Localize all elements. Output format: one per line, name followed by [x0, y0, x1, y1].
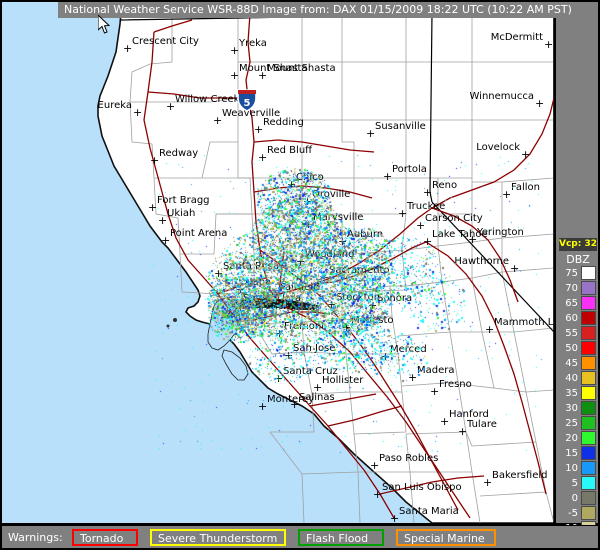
warnings-bar: Warnings: Tornado Severe Thunderstorm Flas…: [0, 525, 600, 550]
dbz-scale-row: 40: [556, 371, 600, 386]
mouse-cursor: [98, 15, 111, 34]
radar-image-viewer: + Crescent City + Yreka + McDermitt + Mount Sha…: [0, 0, 600, 550]
dbz-scale-value: 40: [565, 373, 578, 384]
dbz-scale-row: 10: [556, 461, 600, 476]
dbz-scale-row: 35: [556, 386, 600, 401]
dbz-scale-value: 35: [565, 388, 578, 399]
dbz-scale-value: 60: [565, 313, 578, 324]
dbz-color-scale-legend: Vcp: 32 DBZ 75 70 65 60 55 50 45 40 35 30 25 20 15 10…: [556, 0, 600, 550]
dbz-scale-value: 55: [565, 328, 578, 339]
dbz-scale-row: -5: [556, 506, 600, 521]
dbz-scale-value: 20: [565, 433, 578, 444]
radar-map[interactable]: + Crescent City + Yreka + McDermitt + Mount Sha…: [0, 0, 556, 525]
warning-button-special-marine[interactable]: Special Marine: [396, 529, 496, 546]
dbz-scale-swatch: [581, 401, 596, 415]
dbz-scale-value: 15: [565, 448, 578, 459]
dbz-scale-rows: 757065605550454035302520151050-5-10-15-2…: [556, 266, 600, 550]
dbz-scale-row: 75: [556, 266, 600, 281]
dbz-scale-swatch: [581, 431, 596, 445]
dbz-scale-swatch: [581, 446, 596, 460]
dbz-scale-row: 15: [556, 446, 600, 461]
dbz-scale-value: 0: [571, 493, 578, 504]
dbz-scale-row: 55: [556, 326, 600, 341]
vcp-badge: Vcp: 32: [559, 238, 597, 251]
warning-button-flash-flood[interactable]: Flash Flood: [298, 529, 384, 546]
dbz-scale-value: -5: [568, 508, 578, 519]
dbz-scale-row: 70: [556, 281, 600, 296]
dbz-scale-swatch: [581, 341, 596, 355]
dbz-scale-row: 0: [556, 491, 600, 506]
dbz-scale-row: 45: [556, 356, 600, 371]
dbz-scale-value: 70: [565, 283, 578, 294]
dbz-scale-swatch: [581, 416, 596, 430]
dbz-scale-swatch: [581, 281, 596, 295]
dbz-scale-swatch: [581, 386, 596, 400]
dbz-scale-row: 65: [556, 296, 600, 311]
dbz-scale-swatch: [581, 296, 596, 310]
dbz-scale-value: 50: [565, 343, 578, 354]
dbz-scale-swatch: [581, 311, 596, 325]
warnings-label: Warnings:: [8, 531, 63, 544]
dbz-scale-swatch: [581, 356, 596, 370]
dbz-scale-row: 5: [556, 476, 600, 491]
dbz-scale-swatch: [581, 506, 596, 520]
dbz-scale-swatch: [581, 266, 596, 280]
interstate-5-shield: 5: [237, 89, 257, 112]
interstate-shield-number: 5: [244, 98, 251, 109]
dbz-scale-swatch: [581, 491, 596, 505]
dbz-scale-value: 10: [565, 463, 578, 474]
dbz-scale-swatch: [581, 326, 596, 340]
dbz-scale-value: 65: [565, 298, 578, 309]
warning-button-severe-thunderstorm[interactable]: Severe Thunderstorm: [150, 529, 286, 546]
dbz-scale-swatch: [581, 371, 596, 385]
dbz-scale-row: 20: [556, 431, 600, 446]
dbz-scale-row: 50: [556, 341, 600, 356]
dbz-scale-swatch: [581, 461, 596, 475]
dbz-scale-value: 5: [571, 478, 578, 489]
dbz-scale-value: 30: [565, 403, 578, 414]
dbz-scale-row: 30: [556, 401, 600, 416]
dbz-scale-value: 45: [565, 358, 578, 369]
dbz-scale-row: 25: [556, 416, 600, 431]
interstate-shield-graphic: 5: [237, 89, 257, 112]
dbz-scale-swatch: [581, 476, 596, 490]
dbz-scale-value: 75: [565, 268, 578, 279]
dbz-unit-label: DBZ: [566, 253, 590, 266]
image-title-bar: National Weather Service WSR-88D Image f…: [58, 2, 578, 18]
dbz-scale-value: 25: [565, 418, 578, 429]
warning-button-tornado[interactable]: Tornado: [72, 529, 138, 546]
dbz-scale-row: 60: [556, 311, 600, 326]
